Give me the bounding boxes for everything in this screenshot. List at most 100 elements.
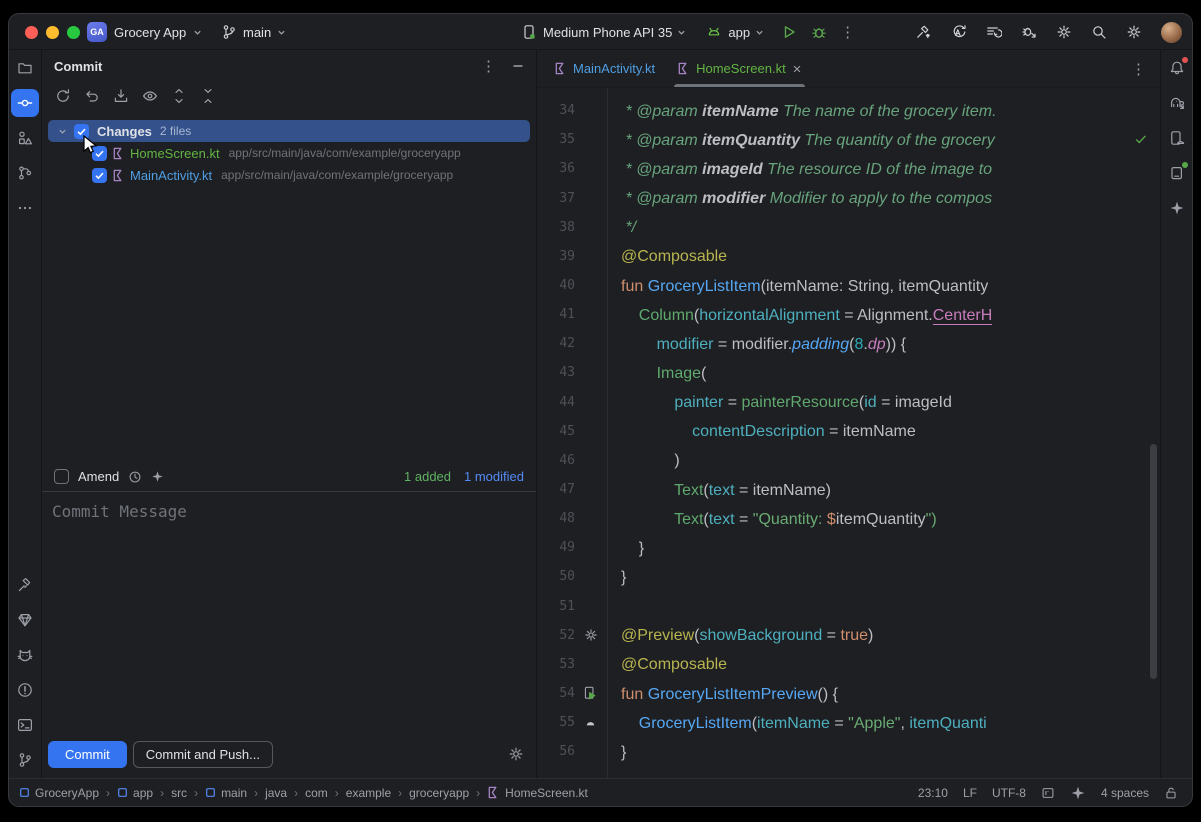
status-right-widgets: 23:10 LF UTF-8 4 spaces bbox=[918, 785, 1178, 801]
attach-debugger-icon[interactable] bbox=[1021, 24, 1037, 40]
tool-strip-project[interactable] bbox=[11, 54, 39, 82]
breadcrumb-item[interactable]: main bbox=[205, 786, 247, 800]
more-actions-button[interactable]: ⋮ bbox=[840, 23, 855, 41]
ai-assistant-icon[interactable] bbox=[1070, 785, 1086, 801]
branch-widget[interactable]: main bbox=[221, 14, 286, 50]
file-writable-icon[interactable] bbox=[1164, 786, 1178, 800]
tool-strip-problems[interactable] bbox=[11, 676, 39, 704]
debug-button[interactable] bbox=[811, 24, 827, 40]
breadcrumb-item[interactable]: app bbox=[117, 786, 153, 800]
line-number: 44 bbox=[537, 395, 575, 410]
preview-settings-gutter-icon[interactable] bbox=[575, 628, 606, 642]
expand-all-icon[interactable] bbox=[168, 85, 190, 107]
commit-options-button[interactable]: ⋮ bbox=[481, 57, 496, 75]
code-line: 47 Text(text = itemName) bbox=[537, 475, 1160, 504]
breadcrumb-item[interactable]: com bbox=[305, 786, 328, 800]
preview-diff-icon[interactable] bbox=[139, 85, 161, 107]
tool-strip-logcat[interactable] bbox=[11, 641, 39, 669]
reader-mode-icon[interactable] bbox=[1041, 786, 1055, 800]
commit-button[interactable]: Commit bbox=[48, 741, 127, 768]
user-avatar[interactable] bbox=[1161, 22, 1182, 43]
minimize-window-button[interactable] bbox=[46, 26, 59, 39]
tool-strip-gradle[interactable] bbox=[1163, 89, 1191, 117]
commit-message-area[interactable]: Commit Message bbox=[42, 492, 536, 736]
editor-scrollbar[interactable] bbox=[1150, 444, 1157, 679]
tool-strip-resource-manager[interactable] bbox=[11, 124, 39, 152]
resource-manager-icon bbox=[17, 130, 33, 146]
collapse-all-icon[interactable] bbox=[197, 85, 219, 107]
code-text: * @param imageId The resource ID of the … bbox=[606, 159, 992, 179]
code-line: 56} bbox=[537, 737, 1160, 766]
tool-strip-version-control[interactable] bbox=[11, 746, 39, 774]
close-icon[interactable] bbox=[792, 64, 802, 74]
run-preview-gutter-icon[interactable] bbox=[575, 686, 606, 701]
tool-strip-terminal[interactable] bbox=[11, 711, 39, 739]
left-strip-bottom bbox=[11, 571, 39, 774]
breadcrumb-item[interactable]: java bbox=[265, 786, 287, 800]
code-line: 48 Text(text = "Quantity: $itemQuantity"… bbox=[537, 504, 1160, 533]
breadcrumb-item[interactable]: example bbox=[346, 786, 391, 800]
inspections-ok-icon[interactable] bbox=[1134, 132, 1148, 146]
history-icon[interactable] bbox=[128, 470, 142, 484]
chevron-down-icon[interactable] bbox=[54, 127, 70, 136]
screenshot-stage: { "window": { "project_badge": "GA", "pr… bbox=[0, 0, 1201, 822]
device-preview-gutter-icon[interactable] bbox=[575, 716, 606, 729]
search-everywhere-icon[interactable] bbox=[1091, 24, 1107, 40]
breadcrumb-item[interactable]: src bbox=[171, 786, 187, 800]
tool-strip-device-manager[interactable] bbox=[1163, 159, 1191, 187]
run-configuration[interactable]: app bbox=[728, 25, 750, 40]
shelve-icon[interactable] bbox=[110, 85, 132, 107]
indent-style-widget[interactable]: 4 spaces bbox=[1101, 786, 1149, 800]
ai-sparkle-icon[interactable] bbox=[151, 470, 164, 483]
changes-root-row[interactable]: Changes 2 files bbox=[48, 120, 530, 142]
close-window-button[interactable] bbox=[25, 26, 38, 39]
breadcrumb-item[interactable]: HomeScreen.kt bbox=[487, 786, 588, 800]
titlebar: GA Grocery App main Medium Phone API 35 … bbox=[9, 14, 1192, 50]
problems-icon bbox=[17, 682, 33, 698]
hide-tool-window-button[interactable] bbox=[512, 60, 524, 72]
line-number: 38 bbox=[537, 220, 575, 235]
code-text: } bbox=[606, 567, 626, 587]
tool-strip-gemini-assistant[interactable] bbox=[1163, 194, 1191, 222]
settings-icon[interactable] bbox=[1126, 24, 1142, 40]
zoom-window-button[interactable] bbox=[67, 26, 80, 39]
build-list-icon[interactable] bbox=[986, 24, 1002, 40]
breadcrumb-item[interactable]: groceryapp bbox=[409, 786, 469, 800]
terminal-icon bbox=[17, 717, 33, 733]
tab-mainactivity-kt[interactable]: MainActivity.kt bbox=[543, 50, 666, 87]
code-line: 46 ) bbox=[537, 446, 1160, 475]
refresh-icon[interactable] bbox=[52, 85, 74, 107]
build-run-icon[interactable] bbox=[916, 24, 932, 40]
tab-homescreen-kt[interactable]: HomeScreen.kt bbox=[666, 50, 813, 87]
file-encoding-widget[interactable]: UTF-8 bbox=[992, 786, 1026, 800]
tool-strip-notifications[interactable] bbox=[1163, 54, 1191, 82]
tool-strip-running-devices[interactable] bbox=[1163, 124, 1191, 152]
changed-file-row[interactable]: MainActivity.ktapp/src/main/java/com/exa… bbox=[42, 164, 536, 186]
device-selector[interactable]: Medium Phone API 35 bbox=[543, 25, 672, 40]
code-viewport[interactable]: 3334 * @param itemName The name of the g… bbox=[537, 88, 1160, 778]
code-line: 33 bbox=[537, 88, 1160, 96]
commit-buttons-bar: Commit Commit and Push... bbox=[42, 736, 536, 778]
tool-strip-commit[interactable] bbox=[11, 89, 39, 117]
file-checkbox[interactable] bbox=[92, 146, 107, 161]
editor-options-button[interactable]: ⋮ bbox=[1131, 60, 1146, 78]
tool-strip-pull-requests[interactable] bbox=[11, 159, 39, 187]
caret-position-widget[interactable]: 23:10 bbox=[918, 786, 948, 800]
commit-and-push-button[interactable]: Commit and Push... bbox=[133, 741, 273, 768]
changed-file-row[interactable]: HomeScreen.ktapp/src/main/java/com/examp… bbox=[42, 142, 536, 164]
tool-strip-app-quality-insights[interactable] bbox=[11, 606, 39, 634]
run-button[interactable] bbox=[781, 24, 797, 40]
project-widget[interactable]: GA Grocery App bbox=[87, 14, 202, 50]
commit-settings-gear-icon[interactable] bbox=[508, 746, 524, 762]
gradle-sync-icon[interactable] bbox=[1056, 24, 1072, 40]
tool-strip-more-tool-windows[interactable] bbox=[11, 194, 39, 222]
rollback-icon[interactable] bbox=[81, 85, 103, 107]
file-checkbox[interactable] bbox=[92, 168, 107, 183]
tool-strip-build[interactable] bbox=[11, 571, 39, 599]
changes-checkbox[interactable] bbox=[74, 124, 89, 139]
line-separator-widget[interactable]: LF bbox=[963, 786, 977, 800]
amend-checkbox[interactable] bbox=[54, 469, 69, 484]
breadcrumb-item[interactable]: GroceryApp bbox=[19, 786, 99, 800]
line-number: 51 bbox=[537, 599, 575, 614]
apply-changes-icon[interactable] bbox=[951, 24, 967, 40]
